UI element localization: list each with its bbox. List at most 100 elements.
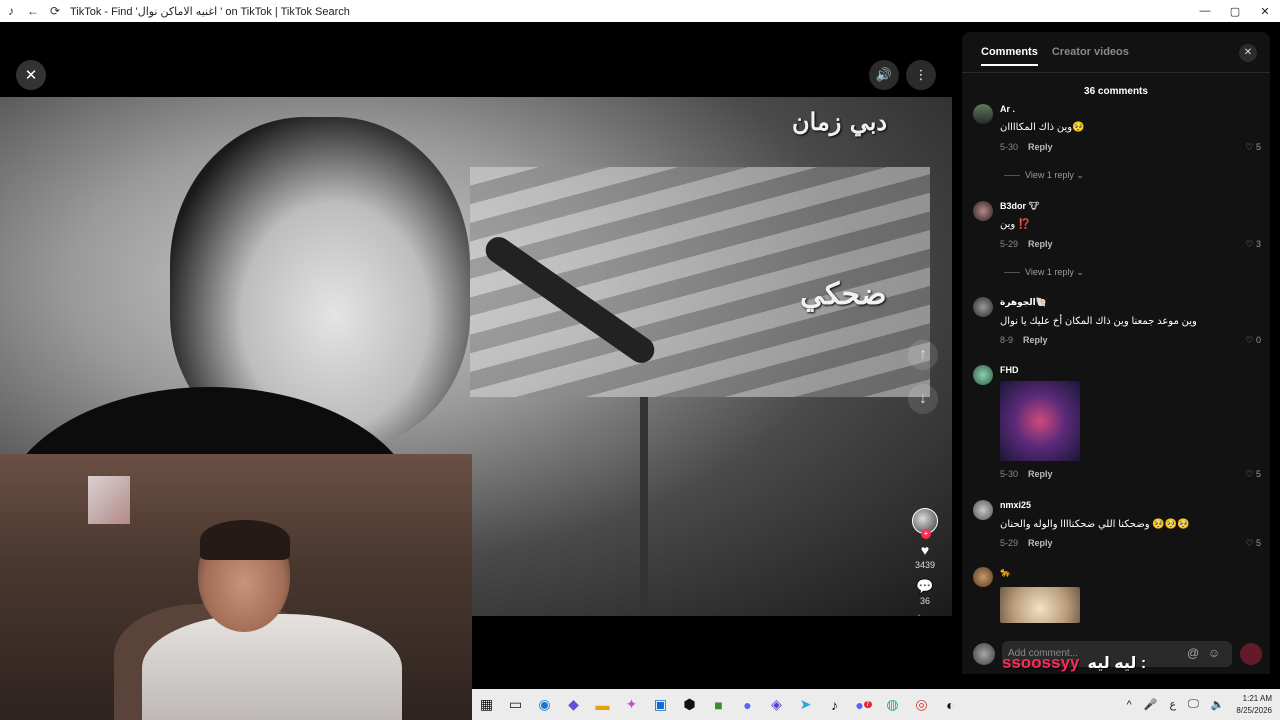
comment-item: Ar . وين ذاك المكاااان🥺 5-30 Reply ♡ 5 Vi… <box>973 104 1261 194</box>
reload-button[interactable]: ⟳ <box>44 0 66 22</box>
desktop-icon[interactable]: ▭ <box>501 689 530 720</box>
tab-comments[interactable]: Comments <box>981 46 1038 66</box>
minecraft-icon[interactable]: ■ <box>704 689 733 720</box>
copilot-icon[interactable]: ◆ <box>559 689 588 720</box>
reply-button[interactable]: Reply <box>1028 469 1053 479</box>
discord-app-icon[interactable]: ● <box>733 689 762 720</box>
microphone-icon[interactable]: 🎤 <box>1144 698 1158 711</box>
maximize-button[interactable]: ▢ <box>1220 0 1250 22</box>
view-replies-button[interactable]: View 1 reply ⌄ <box>1004 170 1084 181</box>
comment-like-button[interactable]: ♡ 5 <box>1245 538 1261 549</box>
obs-icon[interactable]: ◐ <box>936 689 965 720</box>
reply-button[interactable]: Reply <box>1023 335 1048 345</box>
panel-divider <box>962 72 1270 73</box>
comment-username[interactable]: الجوهرة🐚 <box>1000 297 1047 308</box>
speaker-icon[interactable]: 🔈 <box>1211 698 1225 711</box>
view-replies-button[interactable]: View 1 reply ⌄ <box>1004 267 1084 278</box>
windows-taskbar: ▦ ▭ ◉ ◆ ▬ ✦ ▣ ⬢ ■ ● ◈ ➤ ♪ ● 7 ◍ ◎ ◐ ^ 🎤 … <box>472 689 1280 720</box>
comment-total: 36 comments <box>1084 86 1148 97</box>
caption-text: ليه ليه : <box>1087 655 1147 672</box>
comment-avatar[interactable] <box>973 567 993 587</box>
heart-icon[interactable]: ♥ <box>921 542 929 558</box>
webcam-person-body <box>142 614 402 720</box>
comment-meta: 8-9 Reply <box>1000 335 1048 345</box>
minimize-button[interactable]: — <box>1190 0 1220 22</box>
previous-video-button[interactable]: ↑ <box>908 340 938 370</box>
reply-button[interactable]: Reply <box>1028 538 1053 548</box>
comment-avatar[interactable] <box>973 500 993 520</box>
more-options-button[interactable]: ⋮ <box>906 60 936 90</box>
edge-browser-icon[interactable]: ◉ <box>530 689 559 720</box>
comment-meta: 5-30 Reply <box>1000 142 1053 152</box>
comment-text: وين موعد جمعنا وين ذاك المكان أخ عليك يا… <box>1000 316 1197 327</box>
copilot-app-icon[interactable]: ✦ <box>617 689 646 720</box>
comment-date: 5-30 <box>1000 142 1019 152</box>
chrome-icon[interactable]: ◎ <box>907 689 936 720</box>
comment-like-button[interactable]: ♡ 5 <box>1245 469 1261 480</box>
telegram-icon[interactable]: ➤ <box>791 689 820 720</box>
reply-button[interactable]: Reply <box>1028 239 1053 249</box>
comment-action[interactable]: 💬 36 <box>916 578 933 606</box>
back-button[interactable]: ← <box>22 0 44 22</box>
comment-username[interactable]: Ar . <box>1000 104 1015 114</box>
file-explorer-icon[interactable]: ▬ <box>588 689 617 720</box>
tab-creator-videos[interactable]: Creator videos <box>1052 46 1129 66</box>
comment-like-button[interactable]: ♡ 3 <box>1245 239 1261 250</box>
close-video-button[interactable]: ✕ <box>16 60 46 90</box>
system-tray: ^ 🎤 ع 🖵 🔈 1:21 AM 8/25/2026 <box>1121 689 1280 720</box>
video-watermark-secondary: ضحكي <box>800 277 887 312</box>
discord-icon[interactable]: ● 7 <box>849 689 878 720</box>
comment-avatar[interactable] <box>973 297 993 317</box>
comment-item: nmxi25 وضحكنا اللي ضحكناااا والوله والحن… <box>973 500 1261 560</box>
reply-button[interactable]: Reply <box>1028 142 1053 152</box>
comment-text: وضحكنا اللي ضحكناااا والوله والحنان 🥺🥺🥺 <box>1000 519 1190 530</box>
comment-date: 8-9 <box>1000 335 1014 345</box>
window-controls: — ▢ ✕ <box>1190 0 1280 22</box>
window-title: TikTok - Find 'اغنيه الاماكن نوال ' on T… <box>70 5 350 18</box>
like-count: 3439 <box>914 560 936 570</box>
browser-titlebar: ♪ ← ⟳ TikTok - Find 'اغنيه الاماكن نوال … <box>0 0 1280 22</box>
taskbar-clock[interactable]: 1:21 AM 8/25/2026 <box>1236 693 1272 717</box>
next-video-button[interactable]: ↓ <box>908 384 938 414</box>
clock-time: 1:21 AM <box>1242 693 1272 703</box>
follow-plus-icon[interactable]: + <box>921 529 931 539</box>
comment-username[interactable]: FHD <box>1000 365 1019 375</box>
tiktok-app-icon[interactable]: ♪ <box>820 689 849 720</box>
comment-count: 36 <box>919 596 930 606</box>
comment-avatar[interactable] <box>973 201 993 221</box>
tray-expand-icon[interactable]: ^ <box>1127 699 1132 711</box>
store-icon[interactable]: ▣ <box>646 689 675 720</box>
creator-avatar[interactable]: + <box>912 508 938 539</box>
language-indicator[interactable]: ع <box>1170 698 1177 711</box>
close-panel-button[interactable]: ✕ <box>1239 44 1257 62</box>
comments-panel: Comments Creator videos ✕ 36 comments Ar… <box>962 32 1270 674</box>
app-icon[interactable]: ⬢ <box>675 689 704 720</box>
network-icon[interactable]: 🖵 <box>1188 698 1199 711</box>
save-action[interactable]: 🔖 1217 <box>915 614 935 616</box>
comment-like-button[interactable]: ♡ 5 <box>1245 142 1261 153</box>
comment-meta: 5-29 Reply <box>1000 239 1053 249</box>
bookmark-icon[interactable]: 🔖 <box>916 614 933 616</box>
comment-date: 5-29 <box>1000 239 1019 249</box>
comment-username[interactable]: 🐆 <box>1000 567 1011 578</box>
comment-username[interactable]: nmxi25 <box>1000 500 1031 510</box>
comment-bubble-icon[interactable]: 💬 <box>916 578 933 594</box>
emoji-icon[interactable]: ☺ <box>1208 646 1220 660</box>
close-window-button[interactable]: ✕ <box>1250 0 1280 22</box>
comment-avatar[interactable] <box>973 365 993 385</box>
comment-date: 5-30 <box>1000 469 1019 479</box>
game-app-icon[interactable]: ◍ <box>878 689 907 720</box>
like-action[interactable]: ♥ 3439 <box>915 542 935 570</box>
volume-button[interactable]: 🔊 <box>869 60 899 90</box>
post-comment-button[interactable] <box>1240 643 1262 665</box>
view-replies-label: View 1 reply <box>1025 267 1074 277</box>
proton-vpn-icon[interactable]: ◈ <box>762 689 791 720</box>
comment-username[interactable]: B3dor 🐮 <box>1000 201 1039 212</box>
mention-icon[interactable]: @ <box>1187 646 1199 660</box>
screen: ♪ ← ⟳ TikTok - Find 'اغنيه الاماكن نوال … <box>0 0 1280 720</box>
comment-avatar[interactable] <box>973 104 993 124</box>
comment-date: 5-29 <box>1000 538 1019 548</box>
heart-sticker-image <box>1000 381 1080 461</box>
comment-like-button[interactable]: ♡ 0 <box>1245 335 1261 346</box>
taskview-icon[interactable]: ▦ <box>472 689 501 720</box>
